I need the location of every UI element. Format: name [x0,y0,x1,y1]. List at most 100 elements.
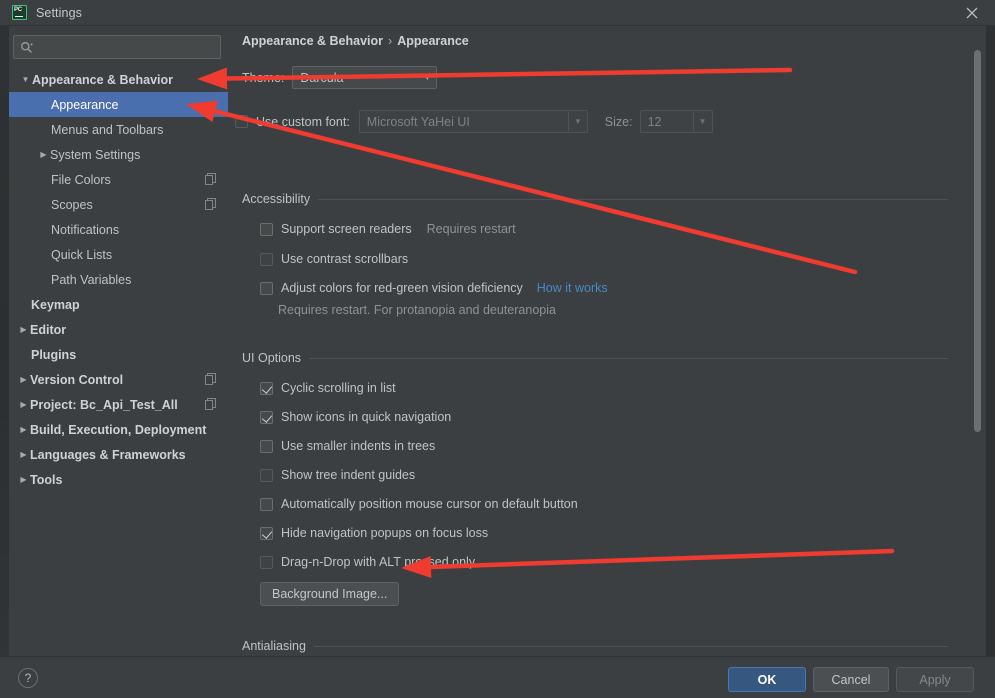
sidebar-item-build-execution-deployment[interactable]: ▶ Build, Execution, Deployment [9,417,228,442]
custom-font-combobox[interactable]: Microsoft YaHei UI ▼ [358,110,588,133]
use-contrast-scrollbars-label: Use contrast scrollbars [281,252,409,266]
sidebar-item-plugins[interactable]: Plugins [9,342,228,367]
tree-indent-guides-checkbox[interactable] [260,468,273,482]
antialiasing-section-header: Antialiasing [242,639,976,653]
custom-font-row: Use custom font: Microsoft YaHei UI ▼ Si… [235,110,713,133]
sidebar-item-label: Appearance [51,97,119,112]
drag-n-drop-alt-row: Drag-n-Drop with ALT pressed only [260,555,475,569]
sidebar-item-appearance[interactable]: Appearance [9,92,228,117]
sidebar-item-languages-frameworks[interactable]: ▶ Languages & Frameworks [9,442,228,467]
font-size-combobox[interactable]: 12 ▼ [639,110,713,133]
chevron-right-icon[interactable]: ▶ [17,425,30,434]
settings-form: Theme: Darcula ▼ Use custom font: Micros… [228,62,976,656]
help-icon[interactable]: ? [18,668,38,688]
sidebar-item-tools[interactable]: ▶ Tools [9,467,228,492]
chevron-right-icon[interactable]: ▶ [17,325,30,334]
theme-combobox[interactable]: Darcula ▼ [292,66,438,89]
copy-settings-icon[interactable] [205,373,216,385]
ok-button[interactable]: OK [728,667,806,692]
scrollbar-thumb[interactable] [974,50,981,432]
sidebar-item-quick-lists[interactable]: Quick Lists [9,242,228,267]
hide-nav-popups-row: Hide navigation popups on focus loss [260,526,488,540]
chevron-right-icon[interactable]: ▶ [17,450,30,459]
chevron-right-icon[interactable]: ▶ [17,475,30,484]
cancel-button[interactable]: Cancel [813,667,889,692]
custom-font-value: Microsoft YaHei UI [366,114,470,129]
sidebar-item-project-bc-api-test-all[interactable]: ▶ Project: Bc_Api_Test_All [9,392,228,417]
adjust-colors-row: Adjust colors for red-green vision defic… [260,281,608,295]
settings-tree: ▼ Appearance & Behavior Appearance Menus an… [9,67,228,656]
chevron-down-icon: ▼ [423,73,432,82]
requires-restart-hint: Requires restart [426,222,516,236]
chevron-right-icon[interactable]: ▶ [17,400,30,409]
sidebar-item-keymap[interactable]: Keymap [9,292,228,317]
cyclic-scrolling-checkbox[interactable] [260,381,273,395]
sidebar-item-menus-and-toolbars[interactable]: Menus and Toolbars [9,117,228,142]
search-box[interactable] [13,35,221,59]
section-divider [309,357,948,359]
sidebar-item-label: Project: Bc_Api_Test_All [30,397,178,412]
chevron-right-icon[interactable]: ▶ [37,150,50,159]
smaller-indents-row: Use smaller indents in trees [260,439,435,453]
breadcrumb: Appearance & Behavior › Appearance [242,34,469,48]
use-contrast-scrollbars-checkbox[interactable] [260,252,273,266]
copy-settings-icon[interactable] [205,173,216,185]
sidebar-item-system-settings[interactable]: ▶ System Settings [9,142,228,167]
copy-settings-icon[interactable] [205,198,216,210]
support-screen-readers-row: Support screen readers Requires restart [260,222,516,236]
background-editor-bleed-right [986,26,995,656]
close-icon[interactable] [949,0,995,26]
sidebar-item-version-control[interactable]: ▶ Version Control [9,367,228,392]
theme-value: Darcula [300,70,344,85]
sidebar-item-appearance-behavior[interactable]: ▼ Appearance & Behavior [9,67,228,92]
sidebar-item-editor[interactable]: ▶ Editor [9,317,228,342]
search-input[interactable] [38,36,216,58]
theme-row: Theme: Darcula ▼ [242,66,438,89]
accessibility-footnote: Requires restart. For protanopia and deu… [278,303,556,317]
sidebar-item-label: Tools [30,472,63,487]
smaller-indents-label: Use smaller indents in trees [281,439,436,453]
auto-position-cursor-label: Automatically position mouse cursor on d… [281,497,578,511]
ui-options-section-header: UI Options [242,351,976,365]
auto-position-cursor-checkbox[interactable] [260,497,273,511]
smaller-indents-checkbox[interactable] [260,439,273,453]
chevron-right-icon[interactable]: ▶ [17,375,30,384]
use-custom-font-checkbox[interactable] [235,115,248,128]
background-image-button[interactable]: Background Image... [260,582,400,606]
chevron-down-icon[interactable]: ▼ [19,75,32,84]
sidebar-item-label: System Settings [50,147,141,162]
sidebar-item-path-variables[interactable]: Path Variables [9,267,228,292]
chevron-down-icon: ▼ [573,117,582,126]
support-screen-readers-label: Support screen readers [281,222,412,236]
show-icons-quick-nav-checkbox[interactable] [260,410,273,424]
sidebar-item-label: Scopes [51,197,93,212]
copy-settings-icon[interactable] [205,398,216,410]
sidebar-item-label: Menus and Toolbars [51,122,164,137]
breadcrumb-current: Appearance [397,34,469,48]
settings-sidebar: ▼ Appearance & Behavior Appearance Menus an… [9,26,228,656]
search-icon [20,41,33,54]
use-contrast-scrollbars-row: Use contrast scrollbars [260,252,408,266]
tree-indent-guides-label: Show tree indent guides [281,468,416,482]
pycharm-pc-icon: PC [12,5,27,20]
use-custom-font-label: Use custom font: [256,114,350,129]
dialog-titlebar: PC Settings [0,0,995,26]
sidebar-item-label: Languages & Frameworks [30,447,186,462]
drag-n-drop-alt-checkbox[interactable] [260,555,273,569]
section-divider [313,645,948,647]
content-scrollbar[interactable] [973,48,982,648]
auto-position-cursor-row: Automatically position mouse cursor on d… [260,497,578,511]
sidebar-item-file-colors[interactable]: File Colors [9,167,228,192]
how-it-works-link[interactable]: How it works [537,281,608,295]
sidebar-item-scopes[interactable]: Scopes [9,192,228,217]
adjust-colors-checkbox[interactable] [260,281,273,295]
apply-button[interactable]: Apply [896,667,974,692]
sidebar-item-label: Build, Execution, Deployment [30,422,207,437]
sidebar-item-notifications[interactable]: Notifications [9,217,228,242]
font-size-label: Size: [604,114,633,129]
antialiasing-title: Antialiasing [242,639,306,653]
breadcrumb-parent[interactable]: Appearance & Behavior [242,34,383,48]
support-screen-readers-checkbox[interactable] [260,222,273,236]
hide-nav-popups-label: Hide navigation popups on focus loss [281,526,489,540]
hide-nav-popups-checkbox[interactable] [260,526,273,540]
